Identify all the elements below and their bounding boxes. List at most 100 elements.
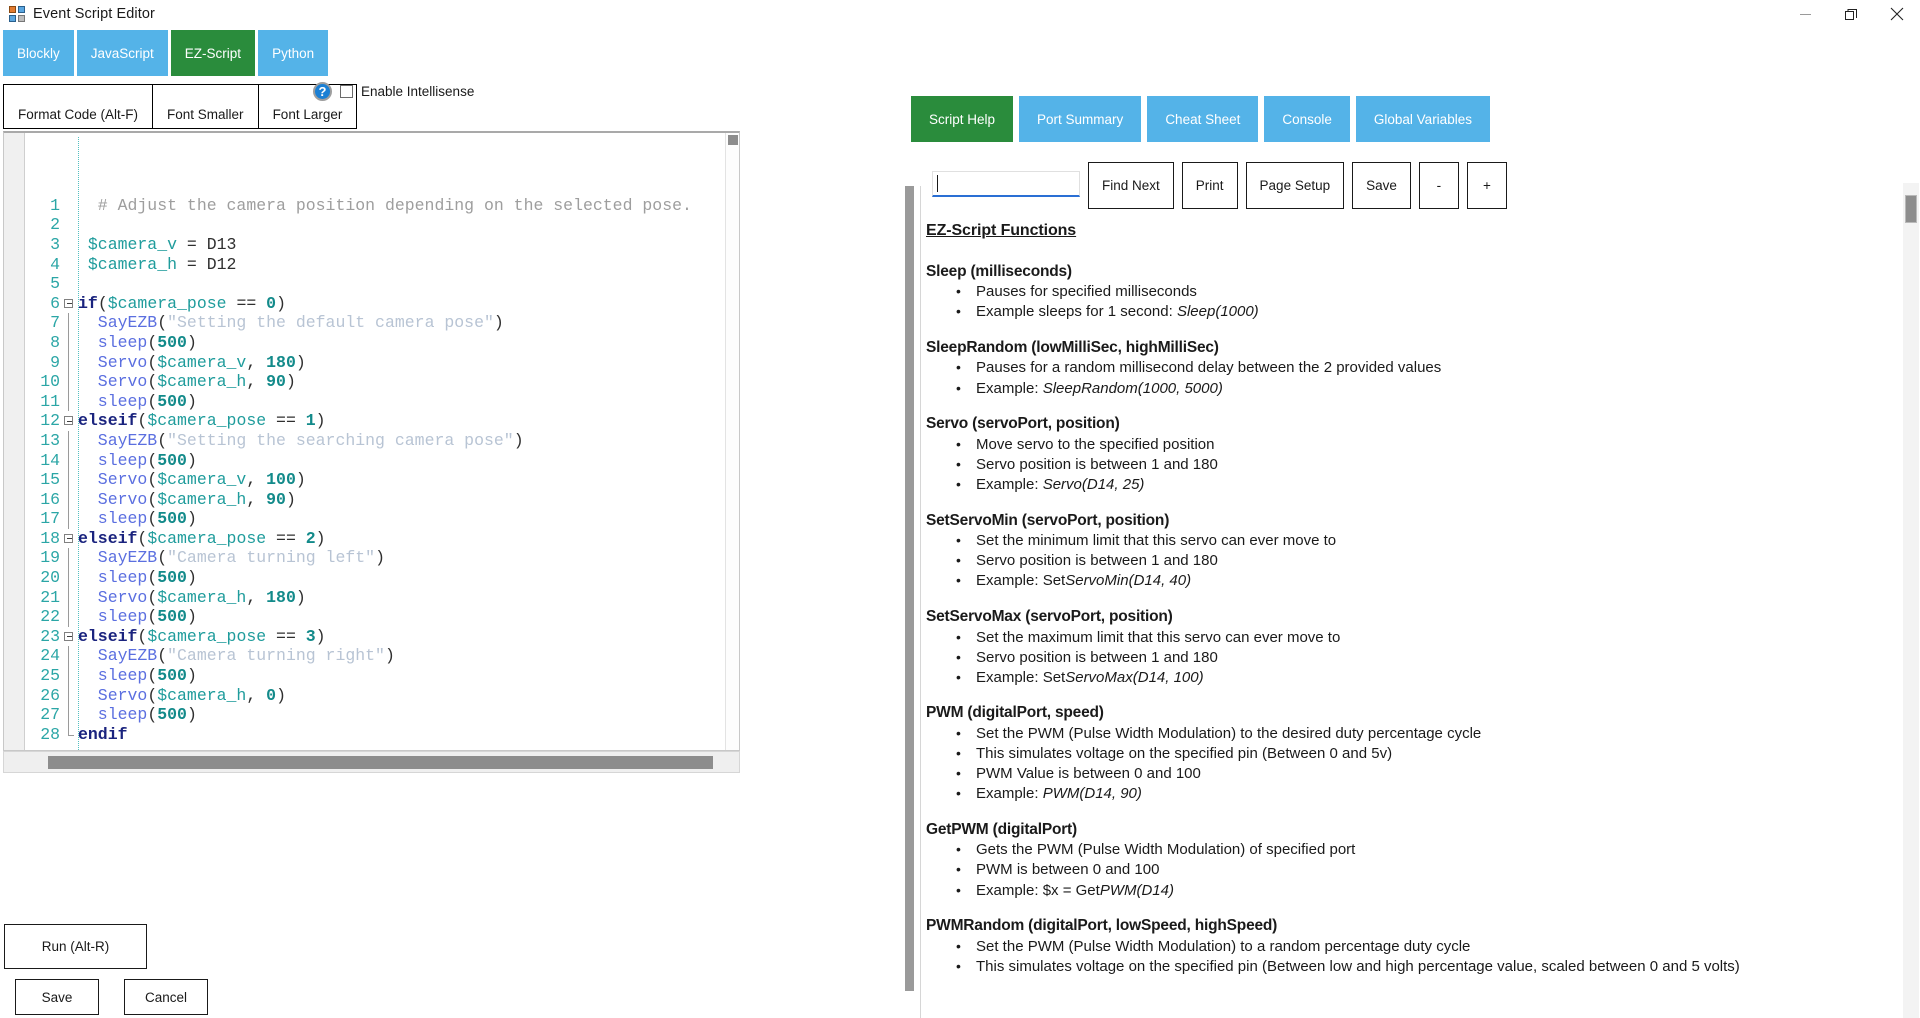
- tab-python[interactable]: Python: [258, 30, 329, 76]
- code-line[interactable]: 9 Servo($camera_v, 180): [26, 352, 725, 373]
- code-line[interactable]: 6 if($camera_pose == 0): [26, 294, 725, 314]
- editor-horizontal-scrollbar[interactable]: [3, 751, 740, 773]
- tab-javascript[interactable]: JavaScript: [76, 30, 168, 76]
- scrollbar-thumb[interactable]: [1905, 195, 1917, 223]
- code-token: 100: [266, 470, 296, 490]
- code-text: Servo($camera_h, 0): [78, 686, 286, 706]
- fold-marker: [62, 705, 78, 725]
- code-line[interactable]: 23 elseif($camera_pose == 3): [26, 627, 725, 647]
- code-token: ,: [246, 587, 267, 607]
- code-line[interactable]: 21 Servo($camera_h, 180): [26, 587, 725, 608]
- enable-intellisense-checkbox[interactable]: [340, 85, 353, 98]
- button-label: Run (Alt-R): [41, 939, 110, 954]
- line-number: 17: [40, 509, 60, 529]
- font-increase-button[interactable]: +: [1466, 162, 1507, 209]
- scrollbar-thumb[interactable]: [48, 756, 713, 769]
- tab-cheat-sheet[interactable]: Cheat Sheet: [1147, 96, 1259, 142]
- editor-vertical-scrollbar[interactable]: [725, 133, 739, 750]
- code-line[interactable]: 13 SayEZB("Setting the searching camera …: [26, 430, 725, 451]
- code-token: ): [186, 332, 197, 352]
- code-line[interactable]: 8 sleep(500): [26, 332, 725, 353]
- fold-marker[interactable]: [62, 294, 78, 314]
- code-token: sleep: [78, 391, 148, 411]
- help-inner-scrollbar[interactable]: [905, 186, 914, 991]
- code-token: $camera_pose: [147, 528, 267, 548]
- code-line[interactable]: 5: [26, 274, 725, 294]
- code-lines[interactable]: 1 # Adjust the camera position depending…: [26, 137, 725, 750]
- code-line[interactable]: 28 endif: [26, 724, 725, 745]
- run-button[interactable]: Run (Alt-R): [4, 924, 147, 969]
- fold-marker[interactable]: [62, 627, 78, 647]
- tab-script-help[interactable]: Script Help: [911, 96, 1014, 142]
- code-line[interactable]: 22 sleep(500): [26, 607, 725, 627]
- find-next-button[interactable]: Find Next: [1088, 162, 1174, 209]
- code-line[interactable]: 1 # Adjust the camera position depending…: [26, 196, 725, 216]
- restore-icon[interactable]: [1828, 0, 1874, 28]
- help-bullet-item: Servo position is between 1 and 180: [926, 455, 1861, 475]
- code-line[interactable]: 2: [26, 215, 725, 235]
- tab-blockly[interactable]: Blockly: [3, 30, 74, 76]
- code-token: Servo: [78, 352, 148, 372]
- save-help-button[interactable]: Save: [1352, 162, 1411, 209]
- print-button[interactable]: Print: [1181, 162, 1238, 209]
- code-line[interactable]: 17 sleep(500): [26, 509, 725, 529]
- code-token: 500: [157, 391, 187, 411]
- tab-global-variables[interactable]: Global Variables: [1355, 96, 1490, 142]
- font-decrease-button[interactable]: -: [1418, 162, 1459, 209]
- code-line[interactable]: 12 elseif($camera_pose == 1): [26, 411, 725, 431]
- help-panel-scrollbar[interactable]: [1903, 183, 1919, 1018]
- code-token: D12: [206, 254, 237, 274]
- code-line[interactable]: 3 $camera_v = D13: [26, 235, 725, 255]
- fold-collapse-icon[interactable]: [64, 298, 73, 308]
- help-bullet-item: Example: Servo(D14, 25): [926, 475, 1861, 495]
- code-line[interactable]: 26 Servo($camera_h, 0): [26, 685, 725, 706]
- page-setup-button[interactable]: Page Setup: [1245, 162, 1345, 209]
- code-line[interactable]: 19 SayEZB("Camera turning left"): [26, 548, 725, 569]
- format-code-button[interactable]: Format Code (Alt-F): [3, 84, 154, 129]
- fold-collapse-icon[interactable]: [64, 416, 73, 426]
- help-example-code: SleepRandom(1000, 5000): [1042, 379, 1223, 397]
- code-editor[interactable]: 1 # Adjust the camera position depending…: [3, 131, 740, 751]
- code-line[interactable]: 25 sleep(500): [26, 666, 725, 686]
- code-line[interactable]: 15 Servo($camera_v, 100): [26, 470, 725, 490]
- cancel-button[interactable]: Cancel: [124, 979, 208, 1015]
- code-line[interactable]: 7 SayEZB("Setting the default camera pos…: [26, 313, 725, 333]
- code-token: ==: [266, 528, 306, 548]
- close-icon[interactable]: [1874, 0, 1920, 28]
- fold-marker[interactable]: [62, 529, 78, 549]
- code-token: D13: [206, 234, 237, 254]
- code-token: ): [276, 293, 286, 313]
- code-token: SayEZB: [78, 646, 158, 666]
- code-line[interactable]: 11 sleep(500): [26, 391, 725, 412]
- line-number: 7: [50, 313, 60, 333]
- fold-marker: [62, 666, 78, 686]
- fold-collapse-icon[interactable]: [64, 533, 73, 543]
- save-button[interactable]: Save: [15, 979, 99, 1015]
- tab-console[interactable]: Console: [1264, 96, 1350, 142]
- fold-collapse-icon[interactable]: [64, 631, 73, 641]
- fold-marker: [62, 391, 78, 412]
- code-line[interactable]: 4 $camera_h = D12: [26, 255, 725, 275]
- help-bullet-item: This simulates voltage on the specified …: [926, 744, 1861, 764]
- code-line[interactable]: 27 sleep(500): [26, 705, 725, 725]
- scrollbar-thumb[interactable]: [728, 135, 738, 145]
- tab-ez-script[interactable]: EZ-Script: [170, 30, 256, 76]
- code-line[interactable]: 24 SayEZB("Camera turning right"): [26, 646, 725, 667]
- code-line[interactable]: 18 elseif($camera_pose == 2): [26, 529, 725, 549]
- help-function-name: PWM (digitalPort, speed): [926, 704, 1104, 722]
- help-bullet-item: Set the maximum limit that this servo ca…: [926, 628, 1861, 648]
- help-question-icon[interactable]: ?: [313, 82, 332, 101]
- line-number: 24: [40, 646, 60, 666]
- fold-marker[interactable]: [62, 411, 78, 431]
- code-line[interactable]: 10 Servo($camera_h, 90): [26, 372, 725, 392]
- code-line[interactable]: 20 sleep(500): [26, 568, 725, 588]
- minimize-icon[interactable]: [1782, 0, 1828, 28]
- code-token: ==: [266, 626, 306, 646]
- code-line[interactable]: 14 sleep(500): [26, 450, 725, 471]
- code-token: ): [295, 352, 306, 372]
- tab-port-summary[interactable]: Port Summary: [1019, 96, 1142, 142]
- code-token: 500: [157, 332, 187, 352]
- code-line[interactable]: 16 Servo($camera_h, 90): [26, 489, 725, 510]
- font-smaller-button[interactable]: Font Smaller: [152, 84, 259, 129]
- search-input[interactable]: [932, 171, 1080, 197]
